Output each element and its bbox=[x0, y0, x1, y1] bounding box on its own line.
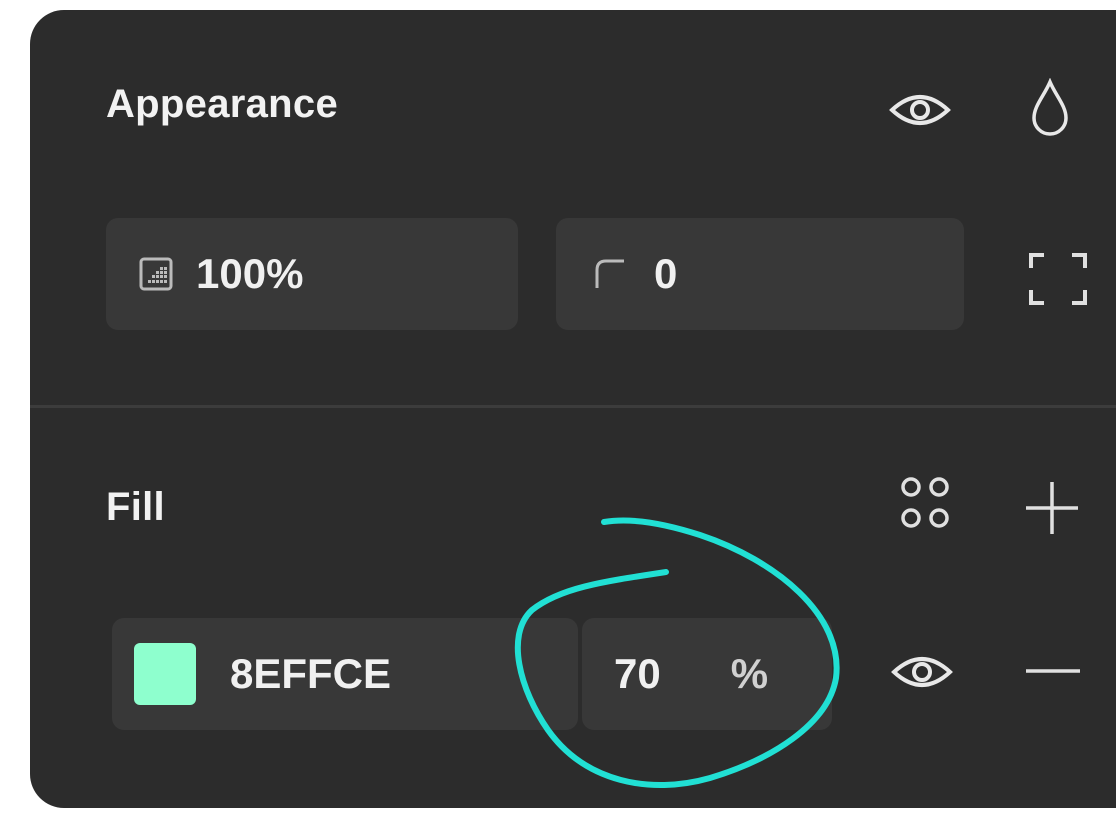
corner-radius-field[interactable]: 0 bbox=[556, 218, 964, 330]
opacity-grid-icon bbox=[139, 257, 173, 291]
layer-opacity-field[interactable]: 100% bbox=[106, 218, 518, 330]
fill-opacity-unit: % bbox=[730, 650, 769, 697]
plus-icon[interactable] bbox=[1024, 480, 1080, 536]
appearance-panel: Appearance 100% 0 Fill 8EFFCE 70 % bbox=[30, 10, 1116, 808]
fill-opacity-field[interactable]: 70 % bbox=[582, 618, 832, 730]
appearance-title: Appearance bbox=[106, 82, 338, 126]
color-swatch[interactable] bbox=[134, 643, 196, 705]
eye-icon[interactable] bbox=[890, 650, 954, 694]
fill-color-field[interactable]: 8EFFCE bbox=[112, 618, 578, 730]
layer-opacity-value: 100% bbox=[196, 250, 304, 297]
drop-icon[interactable] bbox=[1030, 78, 1070, 140]
fill-opacity-value: 70 bbox=[614, 650, 661, 697]
fill-color-hex: 8EFFCE bbox=[230, 650, 392, 697]
corner-radius-value: 0 bbox=[654, 250, 678, 297]
section-divider bbox=[30, 405, 1116, 408]
fill-title: Fill bbox=[106, 485, 165, 529]
styles-grid-icon[interactable] bbox=[898, 474, 956, 532]
eye-icon[interactable] bbox=[888, 88, 952, 132]
minus-icon[interactable] bbox=[1024, 668, 1082, 674]
corner-radius-icon bbox=[595, 259, 624, 288]
expand-corners-icon[interactable] bbox=[1028, 252, 1088, 306]
